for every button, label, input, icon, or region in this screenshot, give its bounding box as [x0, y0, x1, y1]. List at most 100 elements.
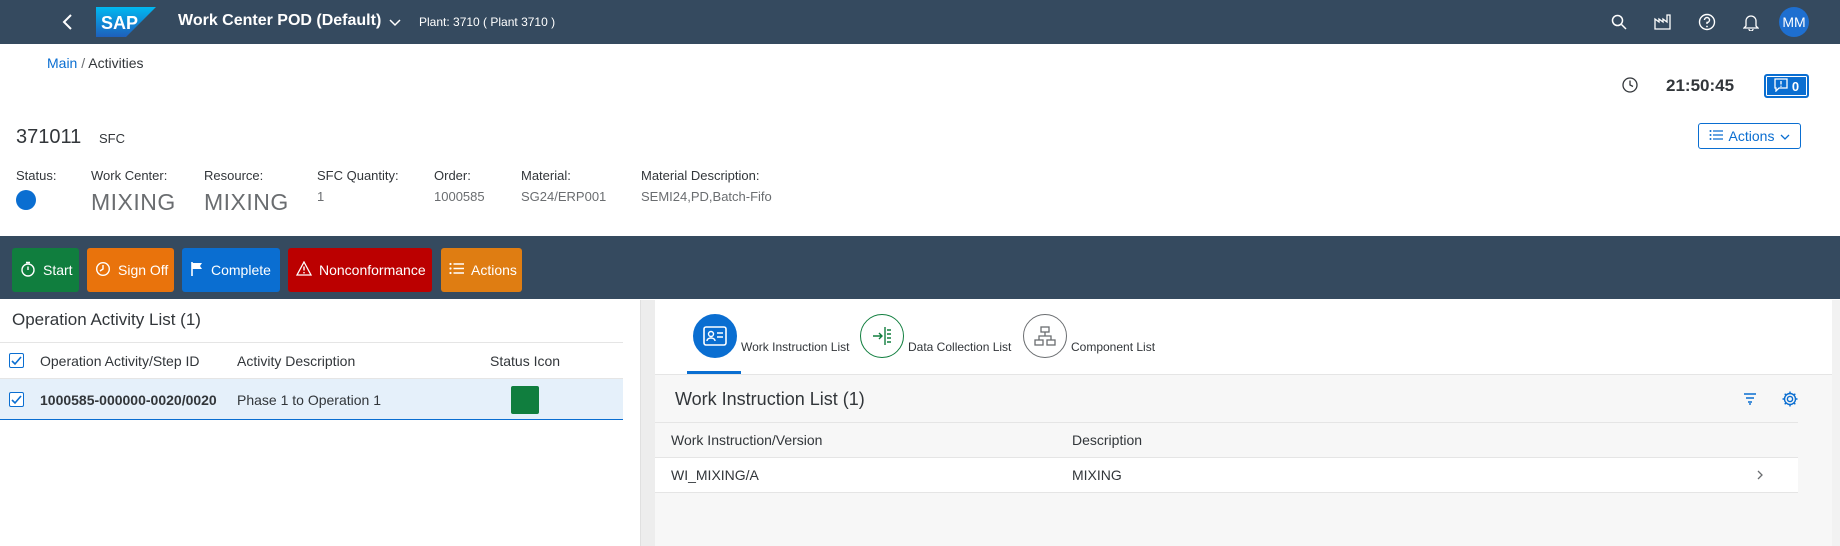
field-material: Material: SG24/ERP001 [521, 168, 606, 204]
bell-icon[interactable] [1741, 12, 1761, 32]
field-work-center: Work Center: MIXING [91, 168, 176, 216]
material-label: Material: [521, 168, 571, 183]
resource-label: Resource: [204, 168, 264, 183]
table-header: Work Instruction/Version Description [655, 422, 1798, 458]
row-step-id: 1000585-000000-0020/0020 [40, 392, 217, 408]
row-description: MIXING [1072, 467, 1122, 483]
nonconformance-label: Nonconformance [319, 262, 426, 278]
start-button[interactable]: Start [12, 248, 79, 292]
field-status: Status: [16, 168, 56, 210]
sap-logo[interactable]: SAP [96, 7, 156, 37]
active-tab-indicator [687, 371, 741, 374]
operation-activity-table: Operation Activity/Step ID Activity Desc… [0, 342, 623, 420]
material-value: SG24/ERP001 [521, 189, 607, 204]
tab-work-instruction-list[interactable]: Work Instruction List [693, 314, 849, 358]
row-version: WI_MIXING/A [671, 467, 759, 483]
data-collection-icon [860, 314, 904, 358]
chevron-down-icon[interactable] [388, 15, 404, 31]
column-header-step-id[interactable]: Operation Activity/Step ID [40, 353, 200, 369]
row-description: Phase 1 to Operation 1 [237, 392, 381, 408]
work-instruction-icon [693, 314, 737, 358]
app-title[interactable]: Work Center POD (Default) [178, 12, 381, 30]
field-resource: Resource: MIXING [204, 168, 289, 216]
plant-label: Plant: 3710 ( Plant 3710 ) [419, 15, 556, 29]
avatar[interactable]: MM [1779, 7, 1809, 37]
material-description-label: Material Description: [641, 168, 760, 183]
row-checkbox[interactable] [9, 392, 24, 407]
gear-icon[interactable] [1780, 389, 1800, 409]
breadcrumb: Main / Activities [47, 55, 144, 71]
shell-bar: SAP Work Center POD (Default) Plant: 371… [0, 0, 1840, 44]
help-icon[interactable] [1697, 12, 1717, 32]
qty-label: SFC Quantity: [317, 168, 399, 183]
scrollbar[interactable] [1832, 300, 1840, 546]
breadcrumb-current: Activities [88, 55, 144, 71]
message-icon [1774, 77, 1788, 95]
warning-icon [295, 260, 313, 279]
complete-button[interactable]: Complete [182, 248, 280, 292]
sign-off-label: Sign Off [118, 262, 169, 278]
order-value: 1000585 [434, 189, 485, 204]
start-label: Start [43, 262, 73, 278]
action-toolbar: Start Sign Off Complete Nonconformance A… [0, 236, 1840, 299]
factory-icon[interactable] [1653, 12, 1673, 32]
sfc-number: 371011 [16, 126, 82, 148]
tab-label: Data Collection List [908, 340, 1012, 354]
work-instruction-table: Work Instruction/Version Description WI_… [655, 422, 1798, 493]
select-all-checkbox[interactable] [9, 353, 24, 368]
work-center-label: Work Center: [91, 168, 168, 183]
table-header: Operation Activity/Step ID Activity Desc… [0, 342, 623, 379]
header-actions-button[interactable]: Actions [1698, 123, 1801, 149]
list-icon [449, 262, 464, 278]
tab-label: Component List [1071, 340, 1156, 354]
chevron-down-icon [1780, 128, 1790, 144]
svg-text:SAP: SAP [101, 13, 138, 33]
list-icon [1709, 128, 1723, 144]
field-material-description: Material Description: SEMI24,PD,Batch-Fi… [641, 168, 772, 204]
field-order: Order: 1000585 [434, 168, 485, 204]
nonconformance-button[interactable]: Nonconformance [288, 248, 432, 292]
table-row[interactable]: WI_MIXING/A MIXING [655, 458, 1798, 493]
material-description-value: SEMI24,PD,Batch-Fifo [641, 189, 772, 204]
search-icon[interactable] [1609, 12, 1629, 32]
resource-value: MIXING [204, 189, 289, 215]
flag-icon [190, 261, 204, 280]
toolbar-actions-label: Actions [471, 262, 517, 278]
status-indicator [16, 190, 36, 210]
qty-value: 1 [317, 189, 325, 204]
sfc-label: SFC [99, 131, 125, 146]
filter-icon[interactable] [1740, 389, 1760, 409]
tab-label: Work Instruction List [741, 340, 850, 354]
operation-activity-list-title: Operation Activity List (1) [12, 310, 201, 329]
time-display: 21:50:45 [1666, 76, 1735, 95]
stopwatch-icon [95, 261, 111, 280]
tab-bar: Work Instruction List Data Collection Li… [655, 300, 1840, 375]
hierarchy-icon [1023, 314, 1067, 358]
breadcrumb-separator: / [81, 55, 86, 71]
field-sfc-quantity: SFC Quantity: 1 [317, 168, 399, 204]
status-icon [511, 386, 539, 414]
back-icon[interactable] [58, 12, 78, 32]
panel-splitter[interactable] [640, 300, 655, 546]
right-panel: Work Instruction List Data Collection Li… [655, 300, 1840, 546]
tab-component-list[interactable]: Component List [1023, 314, 1155, 358]
chevron-right-icon[interactable] [1756, 468, 1764, 484]
column-header-version[interactable]: Work Instruction/Version [671, 432, 822, 448]
column-header-description[interactable]: Activity Description [237, 353, 355, 369]
tab-data-collection-list[interactable]: Data Collection List [860, 314, 1011, 358]
status-label: Status: [16, 168, 57, 183]
clock-icon [1621, 76, 1639, 94]
work-center-value: MIXING [91, 189, 176, 215]
toolbar-actions-button[interactable]: Actions [441, 248, 522, 292]
complete-label: Complete [211, 262, 271, 278]
notification-count: 0 [1791, 78, 1800, 94]
work-instruction-list-title: Work Instruction List (1) [675, 389, 865, 409]
timer-icon [20, 261, 36, 280]
sign-off-button[interactable]: Sign Off [87, 248, 174, 292]
column-header-status-icon[interactable]: Status Icon [490, 353, 560, 369]
breadcrumb-link-main[interactable]: Main [47, 55, 77, 71]
header-actions-label: Actions [1728, 128, 1775, 144]
order-label: Order: [434, 168, 471, 183]
column-header-description[interactable]: Description [1072, 432, 1142, 448]
notifications-button[interactable]: 0 [1764, 74, 1809, 98]
